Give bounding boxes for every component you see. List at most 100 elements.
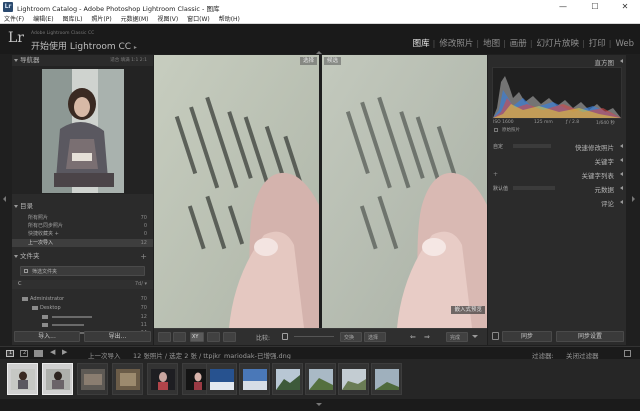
keyword-list-header[interactable]: + 关键字列表 bbox=[488, 168, 626, 180]
import-button[interactable]: 导入... bbox=[14, 331, 80, 342]
identity-name[interactable]: 开始使用 Lightroom CC ▸ bbox=[31, 39, 137, 52]
original-photo-checkbox[interactable] bbox=[494, 128, 498, 132]
module-book[interactable]: 画册 bbox=[510, 37, 527, 49]
page-2-button[interactable]: 2 bbox=[20, 350, 28, 357]
sync-button[interactable]: 同步 bbox=[502, 331, 552, 342]
navigator-title: 导航器 bbox=[20, 56, 40, 64]
filmstrip-thumbnail[interactable] bbox=[272, 363, 303, 395]
filmstrip-thumbnail[interactable] bbox=[7, 363, 38, 395]
make-select-button[interactable]: 选择 bbox=[364, 332, 386, 342]
filmstrip-thumbnail[interactable] bbox=[338, 363, 369, 395]
top-panel-toggle-icon[interactable] bbox=[316, 51, 322, 54]
folder-label: Desktop bbox=[40, 305, 61, 311]
survey-view-icon[interactable] bbox=[207, 332, 220, 342]
navigator-zoom-options[interactable]: 适合 填满 1:1 2:1 bbox=[110, 55, 147, 66]
folder-row[interactable]: Administrator 70 bbox=[12, 295, 153, 303]
sync-toggle-icon[interactable] bbox=[492, 332, 499, 340]
menu-photo[interactable]: 照片(P) bbox=[87, 14, 114, 24]
folder-row[interactable]: 11 bbox=[12, 321, 153, 329]
add-keyword-icon[interactable]: + bbox=[493, 171, 498, 178]
embedded-preview-badge: 嵌入式预览 bbox=[451, 306, 485, 314]
metadata-dropdown[interactable] bbox=[513, 186, 555, 190]
catalog-item-previous-import[interactable]: 上一次导入 12 bbox=[12, 239, 153, 247]
filmstrip-thumbnail[interactable] bbox=[112, 363, 143, 395]
quick-develop-preset[interactable]: 自定 bbox=[493, 143, 503, 150]
left-panel-toggle-icon[interactable] bbox=[3, 196, 6, 202]
collapse-triangle-icon bbox=[620, 158, 623, 162]
menu-view[interactable]: 视图(V) bbox=[153, 14, 181, 24]
maximize-button[interactable]: ☐ bbox=[584, 0, 606, 14]
filmstrip-thumbnail[interactable] bbox=[371, 363, 402, 395]
filmstrip-thumbnail[interactable] bbox=[147, 363, 178, 395]
menu-window[interactable]: 窗口(W) bbox=[183, 14, 213, 24]
menu-metadata[interactable]: 元数据(M) bbox=[117, 14, 152, 24]
loupe-view-icon[interactable] bbox=[173, 332, 186, 342]
catalog-item-quick-collection[interactable]: 快捷收藏夹 + 0 bbox=[12, 230, 153, 238]
candidate-photo[interactable]: 候选 嵌入式预览 bbox=[322, 55, 487, 328]
toolbar-menu-chevron-icon[interactable] bbox=[472, 335, 478, 338]
right-panel-toggle-icon[interactable] bbox=[632, 196, 635, 202]
close-button[interactable]: ✕ bbox=[614, 0, 636, 14]
swap-button[interactable]: 交换 bbox=[340, 332, 362, 342]
keywording-header[interactable]: 关键字 bbox=[488, 154, 626, 166]
export-button[interactable]: 导出... bbox=[84, 331, 151, 342]
previous-arrow-icon[interactable]: ⇐ bbox=[410, 333, 416, 341]
title-bar: Lr Lightroom Catalog - Adobe Photoshop L… bbox=[0, 0, 640, 14]
comments-header[interactable]: 评论 bbox=[488, 196, 626, 208]
next-arrow-icon[interactable]: ⇒ bbox=[424, 333, 430, 341]
volume-info: 7d/ ▾ bbox=[134, 281, 147, 287]
catalog-item-count: 0 bbox=[143, 223, 147, 229]
folders-header[interactable]: 文件夹 + bbox=[12, 251, 153, 262]
filmstrip-thumbnail[interactable] bbox=[77, 363, 108, 395]
module-slideshow[interactable]: 幻灯片放映 bbox=[537, 37, 580, 49]
module-library[interactable]: 图库 bbox=[413, 37, 430, 49]
navigator-thumbnail[interactable] bbox=[42, 69, 124, 193]
done-button[interactable]: 完成 bbox=[446, 332, 468, 342]
filmstrip-thumbnail[interactable] bbox=[42, 363, 73, 395]
menu-edit[interactable]: 编辑(E) bbox=[29, 14, 56, 24]
histogram[interactable] bbox=[492, 67, 622, 119]
page-1-button[interactable]: 1 bbox=[6, 350, 14, 357]
filmstrip-thumbnail[interactable] bbox=[305, 363, 336, 395]
catalog-item-synced-photos[interactable]: 所有已同步照片 0 bbox=[12, 222, 153, 230]
filter-switch-icon[interactable] bbox=[624, 350, 631, 357]
filmstrip-thumbnail[interactable] bbox=[206, 363, 237, 395]
navigator-header[interactable]: 导航器 适合 填满 1:1 2:1 bbox=[12, 55, 153, 66]
folder-row[interactable]: 12 bbox=[12, 313, 153, 321]
grid-view-icon[interactable] bbox=[158, 332, 171, 342]
menu-library[interactable]: 图库(L) bbox=[58, 14, 85, 24]
select-photo[interactable]: 选择 bbox=[154, 55, 319, 328]
exif-shutter: 1/640 秒 bbox=[596, 121, 615, 126]
catalog-item-all-photos[interactable]: 所有照片 70 bbox=[12, 214, 153, 222]
metadata-header[interactable]: 默认值 元数据 bbox=[488, 182, 626, 194]
filmstrip-thumbnail[interactable] bbox=[239, 363, 270, 395]
people-view-icon[interactable] bbox=[223, 332, 236, 342]
compare-label: 比较: bbox=[256, 335, 271, 342]
module-map[interactable]: 地图 bbox=[483, 37, 500, 49]
preset-dropdown[interactable] bbox=[513, 144, 551, 148]
sync-settings-button[interactable]: 同步设置 bbox=[556, 331, 624, 342]
compare-view-icon[interactable]: XY bbox=[190, 332, 204, 342]
module-web[interactable]: Web bbox=[615, 39, 634, 49]
minimize-button[interactable]: — bbox=[552, 0, 574, 14]
add-folder-button[interactable]: + bbox=[140, 251, 147, 262]
folder-row[interactable]: Desktop 70 bbox=[12, 304, 153, 312]
module-print[interactable]: 打印 bbox=[589, 37, 606, 49]
previous-image-icon[interactable]: ◀ bbox=[50, 348, 55, 356]
filmstrip-toggle-icon[interactable] bbox=[316, 403, 322, 406]
module-develop[interactable]: 修改照片 bbox=[439, 37, 473, 49]
chevron-right-icon: ▸ bbox=[133, 44, 137, 51]
grid-thumbnail-icon[interactable] bbox=[34, 350, 43, 357]
quick-develop-header[interactable]: 自定 快速修改照片 bbox=[488, 140, 626, 152]
lock-icon[interactable] bbox=[282, 333, 288, 340]
catalog-header[interactable]: 目录 bbox=[12, 201, 153, 212]
volume-row[interactable]: C 7d/ ▾ bbox=[12, 280, 153, 289]
histogram-header[interactable]: 直方图 bbox=[488, 55, 626, 67]
next-image-icon[interactable]: ▶ bbox=[62, 348, 67, 356]
menu-file[interactable]: 文件(F) bbox=[0, 14, 27, 24]
exif-focal: 125 mm bbox=[534, 120, 553, 125]
zoom-slider-track[interactable] bbox=[294, 336, 334, 337]
folder-filter-field[interactable]: 筛选文件夹 bbox=[20, 266, 145, 276]
metadata-preset[interactable]: 默认值 bbox=[493, 185, 508, 192]
menu-help[interactable]: 帮助(H) bbox=[215, 14, 243, 24]
